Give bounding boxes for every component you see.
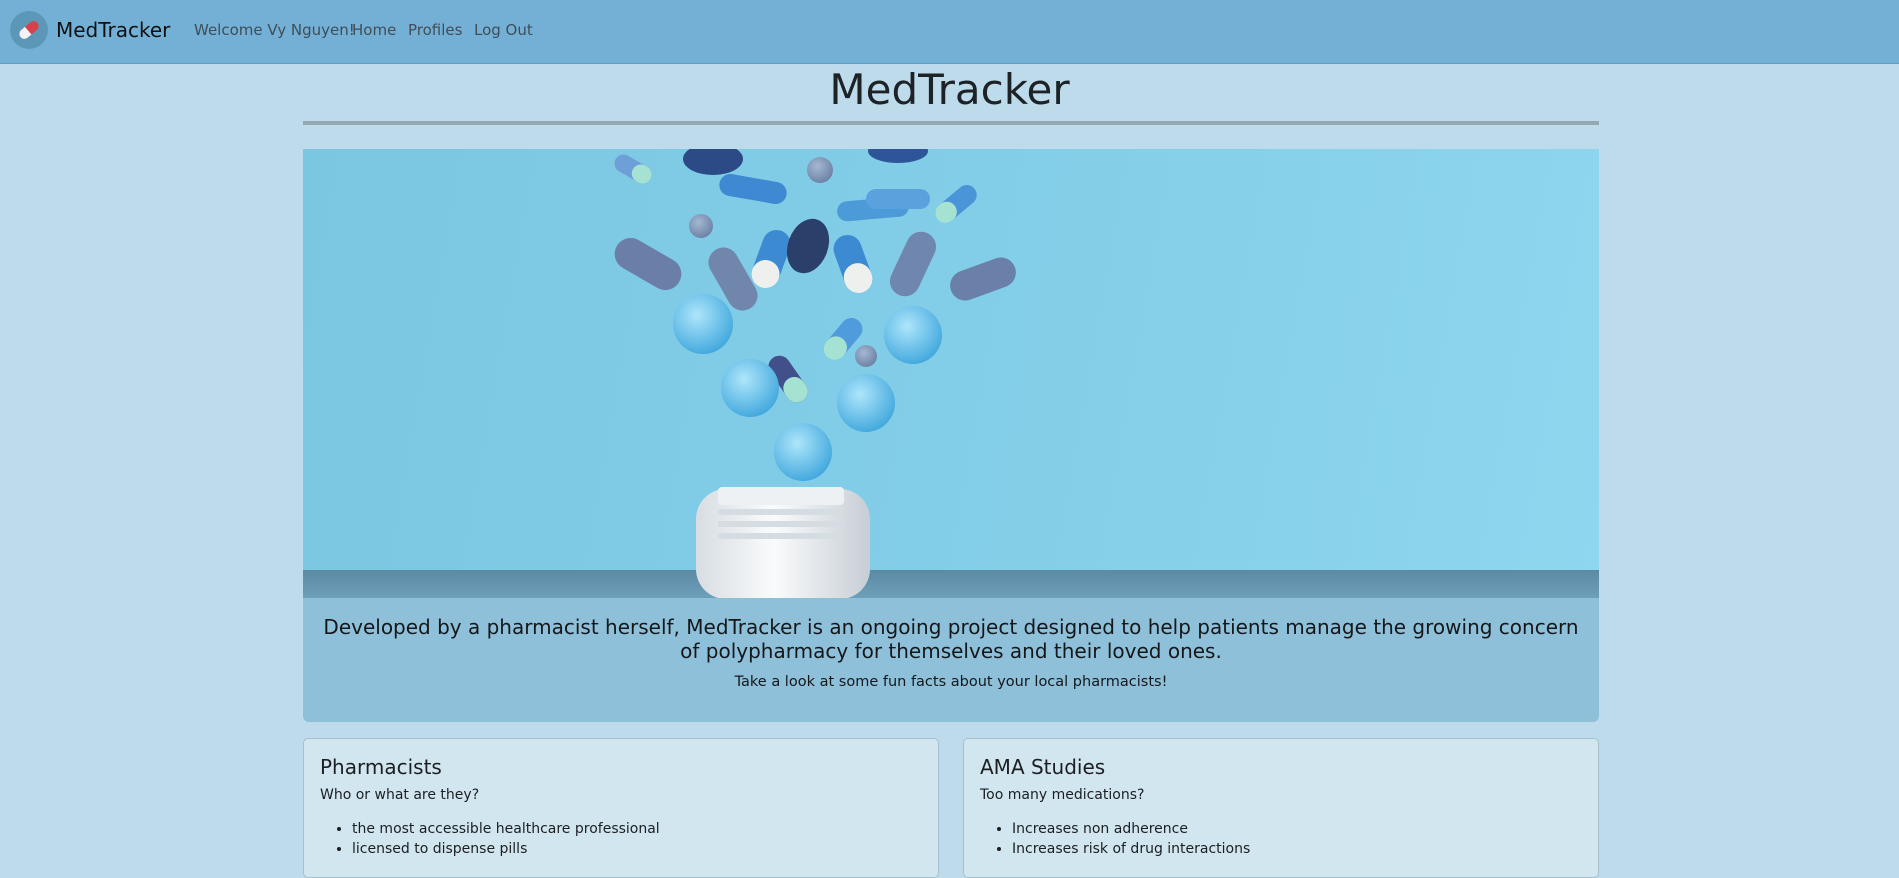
hero-image: [303, 149, 1599, 599]
nav-profiles-link[interactable]: Profiles: [408, 21, 462, 39]
pharmacists-card: Pharmacists Who or what are they? the mo…: [303, 738, 939, 878]
card-title: AMA Studies: [980, 755, 1106, 779]
brand-link[interactable]: MedTracker: [10, 9, 170, 51]
title-divider: [303, 121, 1599, 125]
card-list: the most accessible healthcare professio…: [320, 819, 660, 859]
card-subtitle: Who or what are they?: [320, 787, 480, 803]
welcome-text: Welcome Vy Nguyen!: [194, 21, 355, 39]
card-list: Increases non adherence Increases risk o…: [980, 819, 1250, 859]
page-title: MedTracker: [829, 65, 1070, 114]
nav-logout-link[interactable]: Log Out: [474, 21, 533, 39]
pill-capsule-icon: [10, 11, 48, 49]
intro-jumbotron: Developed by a pharmacist herself, MedTr…: [303, 598, 1599, 722]
ama-studies-card: AMA Studies Too many medications? Increa…: [963, 738, 1599, 878]
top-navbar: MedTracker Welcome Vy Nguyen! Home Profi…: [0, 0, 1899, 64]
brand-name: MedTracker: [56, 18, 171, 42]
nav-home-link[interactable]: Home: [352, 21, 396, 39]
list-item: Increases risk of drug interactions: [1012, 839, 1250, 859]
intro-lead-text: Developed by a pharmacist herself, MedTr…: [323, 615, 1579, 663]
list-item: licensed to dispense pills: [352, 839, 660, 859]
card-subtitle: Too many medications?: [980, 787, 1145, 803]
intro-sub-text: Take a look at some fun facts about your…: [734, 674, 1168, 690]
card-title: Pharmacists: [320, 755, 442, 779]
list-item: the most accessible healthcare professio…: [352, 819, 660, 839]
list-item: Increases non adherence: [1012, 819, 1250, 839]
